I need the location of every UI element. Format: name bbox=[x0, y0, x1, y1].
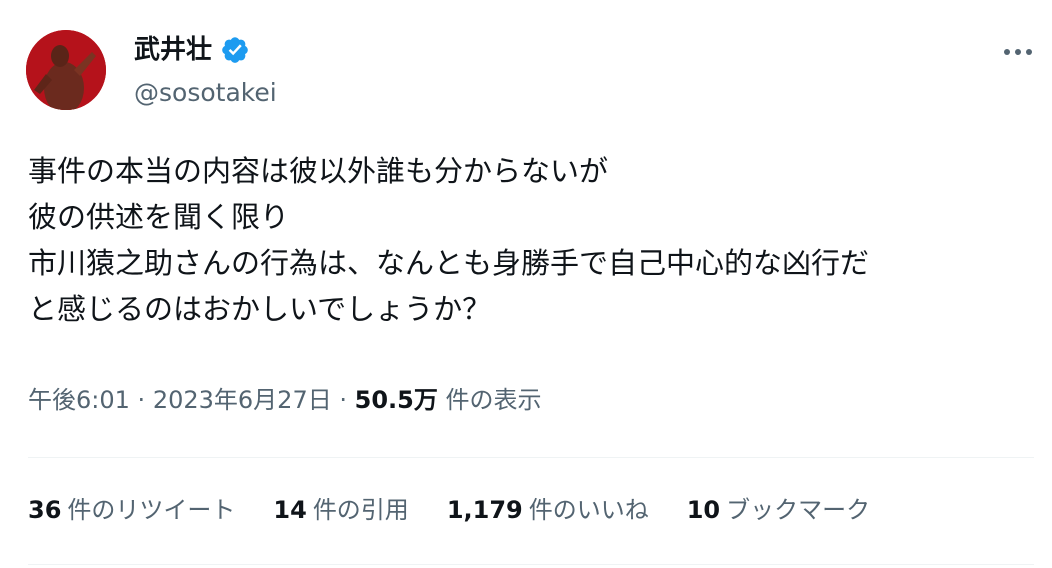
author-handle[interactable]: @sosotakei bbox=[134, 76, 277, 110]
retweets-stat[interactable]: 36 件のリツイート bbox=[28, 492, 235, 528]
views-label: 件の表示 bbox=[445, 386, 542, 414]
likes-label: 件のいいね bbox=[528, 496, 649, 524]
tweet-text: 事件の本当の内容は彼以外誰も分からないが 彼の供述を聞く限り 市川猿之助さんの行… bbox=[28, 148, 1028, 332]
quotes-stat[interactable]: 14 件の引用 bbox=[273, 492, 408, 528]
avatar-image bbox=[26, 30, 106, 110]
author-name[interactable]: 武井壮 bbox=[134, 32, 212, 68]
tweet-card: 武井壮 @sosotakei 事件の本当の内容は彼以外誰も分からないが 彼の供述… bbox=[0, 0, 1052, 568]
views-count: 50.5万 bbox=[354, 386, 438, 414]
tweet-meta: 午後6:01 · 2023年6月27日 · 50.5万 件の表示 bbox=[28, 382, 542, 418]
divider bbox=[28, 457, 1034, 458]
quotes-count: 14 bbox=[273, 496, 307, 524]
tweet-text-line: 市川猿之助さんの行為は、なんとも身勝手で自己中心的な凶行だ bbox=[28, 246, 870, 280]
meta-separator: · bbox=[339, 386, 347, 414]
more-dots-icon[interactable] bbox=[1000, 40, 1036, 64]
likes-count: 1,179 bbox=[446, 496, 523, 524]
tweet-text-line: 事件の本当の内容は彼以外誰も分からないが bbox=[28, 154, 609, 188]
engagement-stats: 36 件のリツイート 14 件の引用 1,179 件のいいね 10 ブックマーク bbox=[28, 492, 870, 528]
tweet-text-line: 彼の供述を聞く限り bbox=[28, 200, 290, 234]
meta-separator: · bbox=[137, 386, 146, 414]
tweet-time[interactable]: 午後6:01 bbox=[28, 386, 130, 414]
verified-badge-icon bbox=[220, 35, 250, 65]
avatar[interactable] bbox=[26, 30, 106, 110]
tweet-date[interactable]: 2023年6月27日 bbox=[153, 386, 332, 414]
tweet-text-line: と感じるのはおかしいでしょうか？ bbox=[28, 292, 492, 326]
bookmarks-label: ブックマーク bbox=[726, 496, 871, 524]
divider bbox=[28, 564, 1034, 565]
retweets-count: 36 bbox=[28, 496, 62, 524]
likes-stat[interactable]: 1,179 件のいいね bbox=[447, 492, 649, 528]
quotes-label: 件の引用 bbox=[312, 496, 409, 524]
bookmarks-count: 10 bbox=[686, 496, 721, 524]
author-name-row: 武井壮 bbox=[134, 32, 250, 68]
bookmarks-stat[interactable]: 10 ブックマーク bbox=[687, 492, 870, 528]
retweets-label: 件のリツイート bbox=[67, 496, 236, 524]
